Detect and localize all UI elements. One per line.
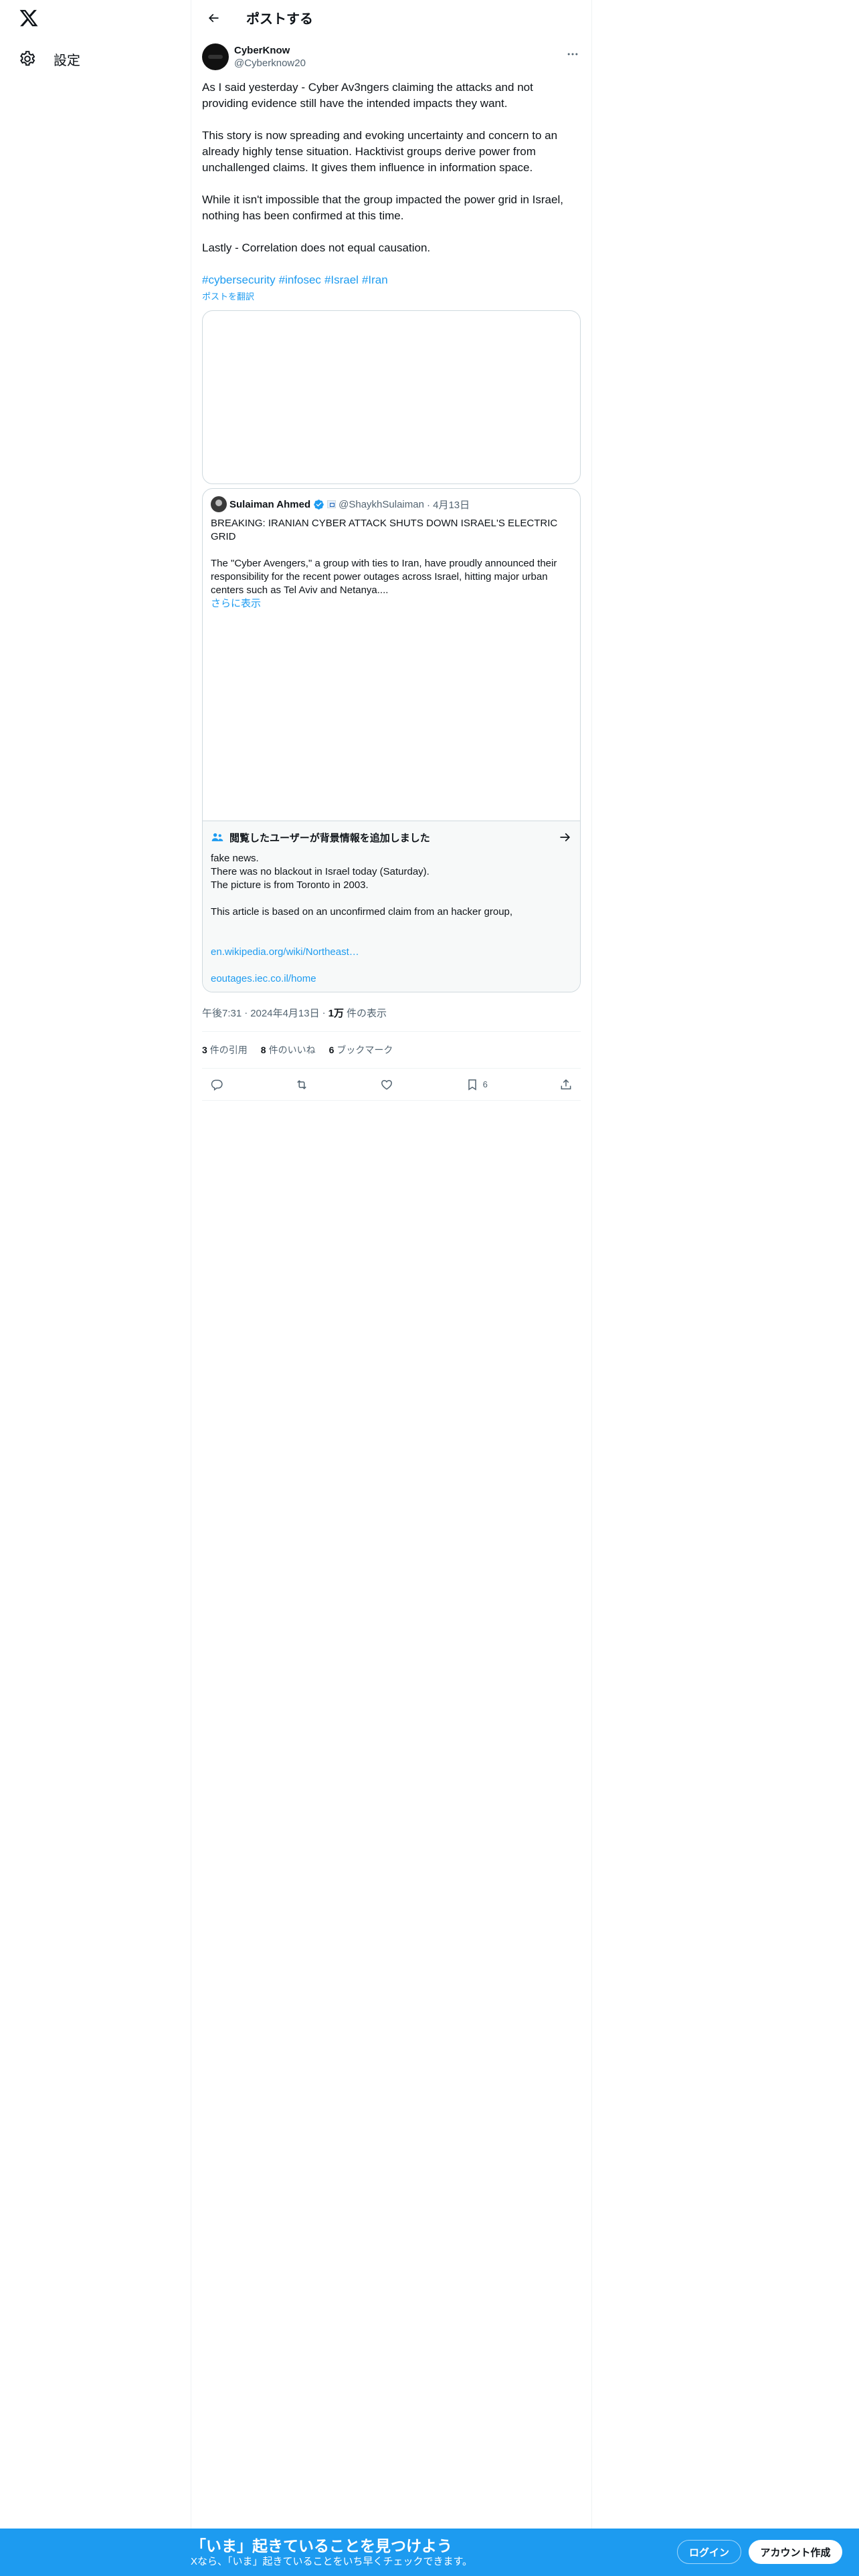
media-card[interactable] (202, 310, 581, 484)
bookmark-count: 6 (482, 1079, 488, 1089)
quoted-text: The "Cyber Avengers," a group with ties … (211, 558, 557, 596)
views-count: 1万 (328, 1007, 344, 1019)
note-source-link[interactable]: en.wikipedia.org/wiki/Northeast… (211, 946, 572, 959)
show-more-link[interactable]: さらに表示 (211, 597, 572, 611)
likes-label: 件のいいね (268, 1045, 316, 1055)
bookmark-icon (468, 1079, 476, 1090)
quotes-label: 件の引用 (209, 1045, 248, 1055)
post: CyberKnow @Cyberknow20 As I said yesterd… (191, 35, 591, 1101)
note-line: There was no blackout in Israel today (S… (211, 866, 430, 877)
arrow-left-icon (208, 13, 219, 22)
action-bar: 6 (202, 1069, 581, 1101)
post-paragraph: As I said yesterday - Cyber Av3ngers cla… (202, 81, 533, 110)
banner-title: 「いま」起きていることを見つけよう (191, 2537, 452, 2555)
post-text: As I said yesterday - Cyber Av3ngers cla… (202, 80, 581, 256)
bookmarks-stat[interactable]: 6 ブックマーク (329, 1043, 393, 1057)
post-paragraph: While it isn't impossible that the group… (202, 193, 563, 222)
people-icon (211, 833, 223, 841)
signup-banner: 「いま」起きていることを見つけよう Xなら、「いま」起きていることをいち早くチェ… (0, 2529, 859, 2576)
views-label: 件の表示 (346, 1007, 387, 1019)
hashtag-link[interactable]: #Israel (324, 274, 359, 286)
flag-icon (327, 500, 337, 508)
quoted-headline: BREAKING: IRANIAN CYBER ATTACK SHUTS DOW… (211, 518, 558, 542)
post-author: CyberKnow @Cyberknow20 (202, 42, 581, 72)
more-horizontal-icon (567, 53, 578, 56)
author-name[interactable]: CyberKnow (234, 44, 306, 57)
community-notes-title: 閲覧したユーザーが背景情報を追加しました (211, 829, 572, 845)
post-date[interactable]: 2024年4月13日 (250, 1006, 319, 1020)
post-time[interactable]: 午後7:31 (202, 1006, 242, 1020)
likes-stat[interactable]: 8 件のいいね (261, 1043, 316, 1057)
reply-icon (211, 1079, 223, 1091)
repost-button[interactable] (295, 1078, 308, 1091)
quotes-count: 3 (202, 1045, 207, 1055)
back-button[interactable] (202, 7, 225, 29)
x-logo-icon[interactable] (19, 8, 40, 29)
quoted-post-header: Sulaiman Ahmed @ShaykhSulaiman · 4月13日 (211, 496, 572, 512)
quoted-avatar (211, 496, 227, 512)
left-navigation: 設定 (0, 0, 191, 2576)
post-paragraph: Lastly - Correlation does not equal caus… (202, 241, 431, 254)
note-source-link[interactable]: eoutages.iec.co.il/home (211, 972, 572, 986)
gear-icon (20, 51, 35, 66)
nav-settings[interactable]: 設定 (19, 47, 80, 71)
likes-count: 8 (260, 1045, 266, 1055)
hashtag-link[interactable]: #cybersecurity (202, 274, 276, 286)
quoted-author-handle: @ShaykhSulaiman (339, 498, 424, 510)
share-button[interactable] (559, 1078, 573, 1091)
hashtag-link[interactable]: #Iran (362, 274, 388, 286)
hashtag-link[interactable]: #infosec (279, 274, 321, 286)
community-notes[interactable]: 閲覧したユーザーが背景情報を追加しました fake news. There wa… (203, 821, 580, 992)
community-notes-text: fake news. There was no blackout in Isra… (211, 852, 572, 919)
translate-post-link[interactable]: ポストを翻訳 (202, 290, 581, 302)
community-notes-heading: 閲覧したユーザーが背景情報を追加しました (229, 832, 430, 844)
quoted-author-name: Sulaiman Ahmed (229, 498, 311, 510)
note-line: The picture is from Toronto in 2003. (211, 879, 369, 891)
like-button[interactable] (380, 1078, 393, 1091)
quoted-post-date: · 4月13日 (426, 499, 470, 511)
more-options-button[interactable] (565, 46, 581, 62)
post-stats: 3 件の引用 8 件のいいね 6 ブックマーク (202, 1031, 581, 1069)
login-button[interactable]: ログイン (677, 2540, 741, 2564)
main-column: ポストする CyberKnow @Cyberknow20 As I said y… (191, 0, 592, 2576)
verified-badge-icon (314, 499, 324, 510)
note-line: This article is based on an unconfirmed … (211, 906, 513, 918)
note-line: fake news. (211, 853, 259, 864)
signup-button[interactable]: アカウント作成 (749, 2540, 842, 2564)
hashtags: #cybersecurity #infosec #Israel #Iran (202, 272, 581, 288)
banner-subtitle: Xなら、「いま」起きていることをいち早くチェックできます。 (191, 2556, 473, 2567)
reply-button[interactable] (210, 1078, 223, 1091)
bookmarks-label: ブックマーク (337, 1045, 393, 1055)
quotes-stat[interactable]: 3 件の引用 (202, 1043, 248, 1057)
meta-separator: · (322, 1006, 326, 1018)
top-bar: ポストする (191, 0, 591, 35)
page-title: ポストする (246, 12, 313, 27)
quoted-post[interactable]: Sulaiman Ahmed @ShaykhSulaiman · 4月13日 B… (202, 488, 581, 992)
share-icon (561, 1079, 571, 1089)
meta-separator: · (244, 1006, 248, 1018)
heart-icon (381, 1079, 393, 1090)
author-handle[interactable]: @Cyberknow20 (234, 57, 306, 70)
repost-icon (297, 1079, 306, 1089)
avatar[interactable] (202, 43, 229, 70)
nav-settings-label: 設定 (54, 53, 80, 68)
post-paragraph: This story is now spreading and evoking … (202, 129, 558, 174)
bookmarks-count: 6 (328, 1045, 335, 1055)
bookmark-button[interactable]: 6 (466, 1078, 488, 1091)
post-metadata: 午後7:31 · 2024年4月13日 · 1万 件の表示 (202, 1004, 581, 1021)
arrow-right-icon[interactable] (559, 831, 572, 844)
